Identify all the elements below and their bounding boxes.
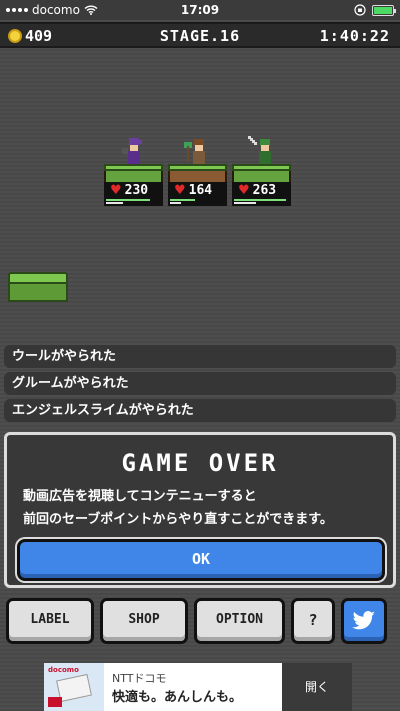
orientation-lock-icon	[354, 4, 366, 16]
game-over-dialog: GAME OVER 動画広告を視聴してコンテニューすると 前回のセーブポイントか…	[4, 432, 396, 588]
option-button[interactable]: OPTION	[194, 598, 285, 644]
battle-log: ウールがやられた グルームがやられた エンジェルスライムがやられた	[4, 345, 396, 426]
heart-icon: ♥	[174, 182, 186, 198]
ad-open-button[interactable]: 開く	[282, 663, 352, 711]
status-bar: docomo 17:09	[0, 0, 400, 20]
ad-brand: NTTドコモ	[112, 671, 167, 685]
play-timer: 1:40:22	[319, 27, 390, 45]
game-over-title: GAME OVER	[121, 449, 279, 477]
ad-banner[interactable]: docomo NTTドコモ 快適も。あんしんも。 開く	[44, 663, 352, 711]
log-entry: ウールがやられた	[4, 345, 396, 368]
status-bars	[104, 198, 163, 206]
log-entry: エンジェルスライムがやられた	[4, 399, 396, 422]
grass-block	[8, 272, 68, 302]
party-member-wizard[interactable]: ♥ 230	[104, 136, 163, 210]
grass-platform	[104, 164, 163, 184]
menu-buttons: LABEL SHOP OPTION ?	[6, 598, 396, 644]
log-entry: グルームがやられた	[4, 372, 396, 395]
message-line-1: 動画広告を視聴してコンテニューすると	[23, 489, 257, 504]
party-member-swordsman[interactable]: ♥ 263	[232, 136, 291, 210]
label-button[interactable]: LABEL	[6, 598, 94, 644]
shop-button[interactable]: SHOP	[100, 598, 188, 644]
help-button[interactable]: ?	[291, 598, 335, 644]
hp-display: ♥ 164	[168, 182, 227, 198]
battery-icon	[372, 4, 396, 16]
ad-headline: 快適も。あんしんも。	[112, 689, 243, 705]
ad-thumbnail: docomo	[44, 663, 104, 711]
ok-button[interactable]: OK	[17, 539, 385, 581]
ad-tag	[48, 697, 62, 707]
hp-value: 164	[188, 182, 213, 198]
hp-display: ♥ 263	[232, 182, 291, 198]
swordsman-sprite-icon	[248, 136, 271, 164]
docomo-logo: docomo	[48, 666, 79, 674]
mp-bar	[234, 202, 256, 204]
game-over-message: 動画広告を視聴してコンテニューすると 前回のセーブポイントからやり直すことができ…	[7, 485, 393, 531]
hp-display: ♥ 230	[104, 182, 163, 198]
heart-icon: ♥	[238, 182, 250, 198]
party-lineup: ♥ 230 ♥ 164 ♥ 263	[104, 136, 291, 210]
ad-texts: NTTドコモ 快適も。あんしんも。	[104, 670, 282, 705]
heart-icon: ♥	[110, 182, 122, 198]
hp-bar	[106, 199, 150, 201]
status-bars	[168, 198, 227, 206]
grass-platform	[232, 164, 291, 184]
hp-bar	[234, 199, 287, 201]
hp-value: 230	[124, 182, 149, 198]
status-right	[354, 4, 396, 16]
twitter-bird-icon	[352, 611, 375, 630]
clock: 17:09	[180, 3, 220, 17]
hp-value: 263	[252, 182, 277, 198]
hud-bar: 409 STAGE.16 1:40:22	[0, 22, 400, 48]
wizard-sprite-icon	[122, 138, 142, 164]
staff-girl-sprite-icon	[184, 139, 205, 164]
dirt-platform	[168, 164, 227, 184]
message-line-2: 前回のセーブポイントからやり直すことができます。	[23, 512, 333, 527]
mp-bar	[170, 202, 181, 204]
party-member-staff-girl[interactable]: ♥ 164	[168, 136, 227, 210]
twitter-button[interactable]	[341, 598, 387, 644]
mp-bar	[106, 202, 123, 204]
status-bars	[232, 198, 291, 206]
hp-bar	[170, 199, 195, 201]
